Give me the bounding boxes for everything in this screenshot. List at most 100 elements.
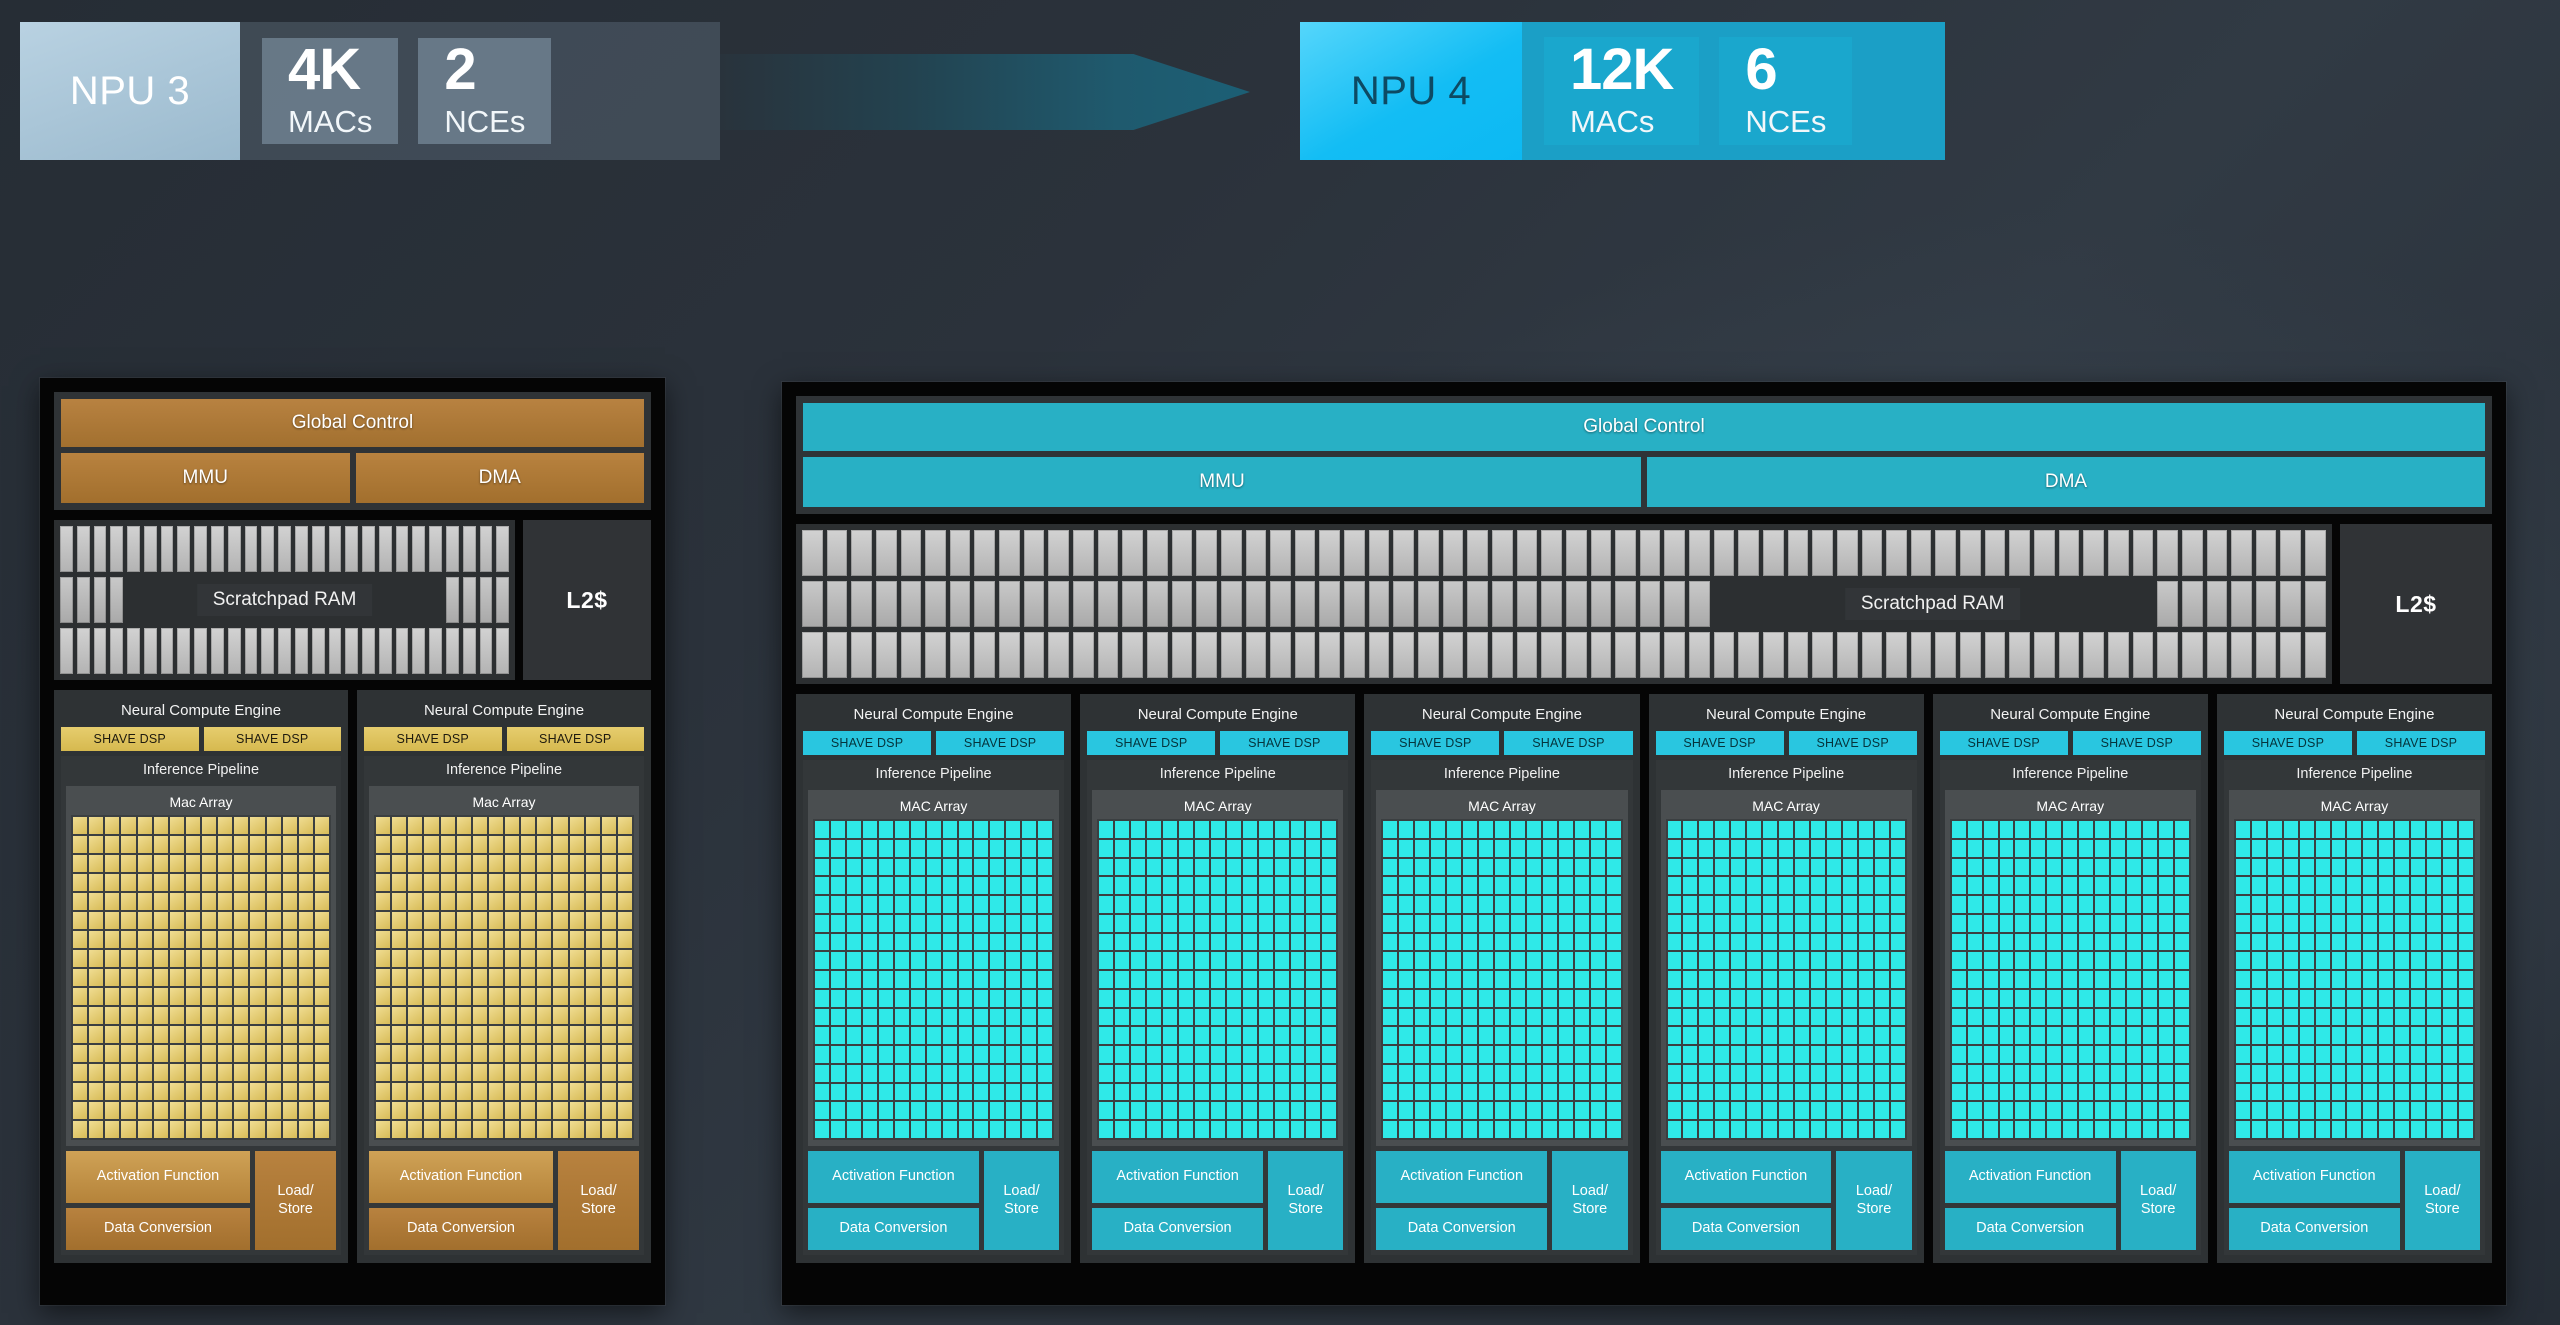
mac-cell: [1195, 990, 1209, 1007]
npu4-badge: NPU 4: [1300, 22, 1522, 160]
shave-dsp-right: SHAVE DSP: [1504, 731, 1632, 755]
mac-cell: [2347, 1121, 2361, 1138]
npu3-scratchpad-ram: Scratchpad RAM: [54, 520, 515, 680]
scratchpad-cell: [1344, 632, 1365, 678]
mac-cell: [974, 1046, 988, 1063]
mac-cell: [1811, 859, 1825, 876]
mac-cell: [1322, 1027, 1336, 1044]
mac-cell: [990, 859, 1004, 876]
mac-array-title: MAC Array: [1381, 796, 1622, 819]
mac-cell: [1747, 971, 1761, 988]
mac-cell: [1291, 934, 1305, 951]
mac-cell: [1227, 971, 1241, 988]
mac-cell: [234, 817, 248, 834]
mac-cell: [895, 1027, 909, 1044]
mac-cell: [1022, 1027, 1036, 1044]
mac-cell: [2395, 877, 2409, 894]
mac-cell: [1591, 1102, 1605, 1119]
mac-cell: [1399, 1046, 1413, 1063]
mac-cell: [586, 1102, 600, 1119]
mac-cell: [1795, 896, 1809, 913]
mac-cell: [2300, 896, 2314, 913]
mac-cell: [1227, 1084, 1241, 1101]
mac-cell: [1811, 821, 1825, 838]
scratchpad-cell: [1640, 581, 1661, 627]
mac-cell: [959, 934, 973, 951]
mac-cell: [537, 988, 551, 1005]
mac-cell: [1211, 1065, 1225, 1082]
mac-cell: [943, 821, 957, 838]
mac-cell: [1006, 896, 1020, 913]
mac-cell: [831, 915, 845, 932]
mac-cell: [1038, 1084, 1052, 1101]
mac-cell: [943, 971, 957, 988]
mac-cell: [831, 1084, 845, 1101]
mac-cell: [2332, 1009, 2346, 1026]
mac-cell: [2236, 1027, 2250, 1044]
scratchpad-cell: [1270, 530, 1291, 576]
mac-cell: [154, 817, 168, 834]
mac-cell: [1968, 1009, 1982, 1026]
scratchpad-cell: [94, 526, 107, 572]
mac-cell: [1447, 990, 1461, 1007]
mac-cell: [2347, 840, 2361, 857]
scratchpad-cell: [77, 526, 90, 572]
mac-cell: [2236, 971, 2250, 988]
mac-cell: [1399, 1084, 1413, 1101]
npu3-global-control: Global Control: [61, 399, 644, 447]
mac-cell: [2063, 1009, 2077, 1026]
shave-dsp-row: SHAVE DSPSHAVE DSP: [61, 727, 341, 751]
mac-cell: [1811, 1027, 1825, 1044]
mac-cell: [1795, 934, 1809, 951]
mac-cell: [2427, 1121, 2441, 1138]
mac-cell: [618, 1026, 632, 1043]
mac-cell: [2111, 1102, 2125, 1119]
mac-cell: [2047, 840, 2061, 857]
scratchpad-cell: [177, 526, 190, 572]
scratchpad-cell: [1738, 530, 1759, 576]
mac-cell: [602, 1102, 616, 1119]
mac-cell: [1163, 877, 1177, 894]
npu3-stat-nces: 2 NCEs: [418, 38, 551, 144]
scratchpad-cell: [1837, 632, 1858, 678]
inference-pipeline-title: Inference Pipeline: [2229, 765, 2480, 785]
mac-cell: [2095, 915, 2109, 932]
mac-cell: [1399, 971, 1413, 988]
mac-cell: [2143, 1102, 2157, 1119]
npu3-stats: 4K MACs 2 NCEs: [240, 22, 720, 160]
mac-cell: [1115, 1102, 1129, 1119]
mac-cell: [2175, 915, 2189, 932]
mac-cell: [570, 1026, 584, 1043]
mac-cell: [1984, 952, 1998, 969]
mac-cell: [1479, 915, 1493, 932]
mac-cell: [2031, 821, 2045, 838]
mac-cell: [1795, 1084, 1809, 1101]
mac-cell: [1763, 877, 1777, 894]
mac-cell: [1591, 840, 1605, 857]
mac-cell: [154, 988, 168, 1005]
mac-cell: [847, 934, 861, 951]
mac-cell: [505, 874, 519, 891]
mac-cell: [1179, 1065, 1193, 1082]
scratchpad-cell: [2133, 530, 2154, 576]
mac-cell: [911, 1009, 925, 1026]
mac-cell: [586, 912, 600, 929]
mac-cell: [2347, 859, 2361, 876]
mac-cell: [2332, 1065, 2346, 1082]
mac-cell: [1211, 896, 1225, 913]
mac-cell: [1607, 840, 1621, 857]
mac-cell: [250, 836, 264, 853]
scratchpad-cell: [1270, 581, 1291, 627]
mac-cell: [267, 836, 281, 853]
mac-cell: [1259, 877, 1273, 894]
mac-cell: [2047, 1065, 2061, 1082]
mac-cell: [990, 971, 1004, 988]
mac-cell: [1195, 1065, 1209, 1082]
mac-cell: [1495, 1102, 1509, 1119]
mac-cell: [1211, 990, 1225, 1007]
mac-cell: [1322, 1084, 1336, 1101]
mac-cell: [1115, 990, 1129, 1007]
mac-cell: [863, 859, 877, 876]
scratchpad-cell: [999, 632, 1020, 678]
mac-cell: [2015, 915, 2029, 932]
